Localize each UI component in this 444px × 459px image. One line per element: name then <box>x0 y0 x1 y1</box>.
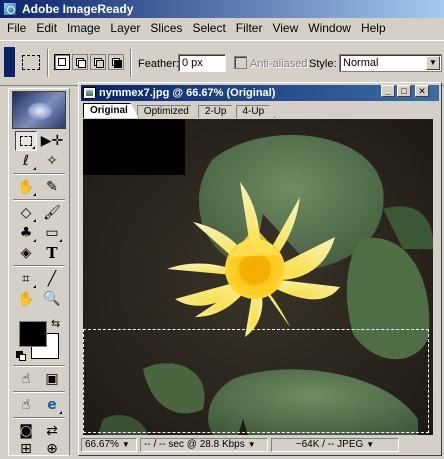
browser-icon[interactable]: e <box>41 395 63 415</box>
image-map-icon[interactable]: ☝ <box>15 369 37 389</box>
chevron-down-icon: ▼ <box>366 440 375 449</box>
feather-input[interactable]: 0 px <box>178 54 226 72</box>
file-size-field[interactable]: ~64K / -- JPEG ▼ <box>271 438 399 452</box>
maximize-button[interactable]: □ <box>397 85 411 97</box>
menu-slices[interactable]: Slices <box>145 18 187 38</box>
slice-select-icon[interactable]: ▣ <box>41 369 63 389</box>
divider <box>130 49 132 77</box>
zoom-icon[interactable]: 🔍 <box>41 289 63 309</box>
rectangle-icon[interactable]: ▭ <box>41 223 63 243</box>
menu-layer[interactable]: Layer <box>105 18 145 38</box>
toolbox-logo <box>12 91 66 129</box>
foreground-color-swatch[interactable] <box>19 321 47 347</box>
feather-label: Feather: <box>138 58 179 70</box>
new-selection-button[interactable] <box>54 54 70 70</box>
swap-colors-icon[interactable]: ⇆ <box>51 317 60 330</box>
image-file-icon <box>83 87 96 99</box>
menu-help[interactable]: Help <box>356 18 391 38</box>
magic-wand-icon[interactable]: ✧ <box>41 151 63 171</box>
divider <box>13 265 65 267</box>
options-grip[interactable] <box>4 47 15 77</box>
tab-original[interactable]: Original <box>83 103 139 118</box>
chevron-down-icon[interactable]: ▼ <box>426 56 440 70</box>
divider <box>13 417 65 419</box>
lasso-icon[interactable]: ℓ <box>15 151 37 171</box>
options-bar: Feather: 0 px Anti-aliased Style: Normal… <box>0 40 444 86</box>
menu-window[interactable]: Window <box>303 18 356 38</box>
slice-icon[interactable]: ⌗ <box>15 269 37 289</box>
jump-to-icon[interactable]: ⇄ <box>41 421 63 441</box>
intersect-selection-button[interactable] <box>108 54 124 70</box>
tab-4-up[interactable]: 4-Up <box>235 105 276 118</box>
add-selection-button[interactable] <box>72 54 88 70</box>
move-icon[interactable]: ▶✛ <box>41 131 64 151</box>
hand-icon[interactable]: ✋ <box>15 289 37 309</box>
download-time-value: -- / -- sec @ 28.8 Kbps <box>144 439 245 450</box>
divider <box>13 199 65 201</box>
paint-bucket-icon[interactable]: ◈ <box>15 243 37 263</box>
eyedropper-icon[interactable]: ✎ <box>41 177 63 197</box>
photoshop-jump-icon[interactable]: ⊕ <box>41 439 63 459</box>
crop-icon[interactable]: ✋ <box>15 177 37 197</box>
app-title: Adobe ImageReady <box>22 2 134 16</box>
menu-view[interactable]: View <box>267 18 303 38</box>
brush-icon[interactable]: 🖌 <box>41 203 63 223</box>
style-value: Normal <box>343 57 379 69</box>
chevron-down-icon: ▼ <box>247 440 256 449</box>
image-canvas[interactable] <box>83 119 433 435</box>
imageready-icon <box>3 2 17 16</box>
tab-2-up[interactable]: 2-Up <box>197 105 238 118</box>
document-title: nymmex7.jpg @ 66.67% (Original) <box>99 87 276 99</box>
menu-file[interactable]: File <box>2 18 31 38</box>
toggle-slices-icon[interactable]: ⊞ <box>15 439 37 459</box>
style-label: Style: <box>309 58 337 70</box>
marquee-icon[interactable] <box>15 131 37 151</box>
divider <box>13 173 65 175</box>
pencil-icon[interactable]: ╱ <box>41 269 63 289</box>
toolbox: ▶✛ ℓ ✧ ✋ ✎ ◇ 🖌 ♣ ▭ ◈ T ⌗ ╱ ✋ 🔍 ⇆ ☝ ▣ ☝ e… <box>8 88 70 459</box>
standard-mode-icon[interactable]: ◙ <box>15 421 37 441</box>
stamp-icon[interactable]: ♣ <box>15 223 37 243</box>
black-rectangle <box>83 119 185 175</box>
divider <box>13 365 65 367</box>
close-button[interactable]: ✕ <box>415 85 429 97</box>
rect-marquee-icon <box>22 55 40 70</box>
app-titlebar: Adobe ImageReady <box>0 0 444 18</box>
zoom-value: 66.67% <box>85 439 119 450</box>
minimize-button[interactable]: _ <box>381 85 395 97</box>
document-window: nymmex7.jpg @ 66.67% (Original) _ □ ✕ Or… <box>78 82 442 456</box>
zoom-field[interactable]: 66.67% ▼ <box>81 438 137 452</box>
document-statusbar: 66.67% ▼ -- / -- sec @ 28.8 Kbps ▼ ~64K … <box>81 437 439 453</box>
preview-icon[interactable]: ☝ <box>15 395 37 415</box>
subtract-selection-button[interactable] <box>90 54 106 70</box>
menu-select[interactable]: Select <box>187 18 230 38</box>
divider <box>47 49 49 77</box>
download-time-field[interactable]: -- / -- sec @ 28.8 Kbps ▼ <box>140 438 268 452</box>
text-icon[interactable]: T <box>41 243 63 263</box>
marquee-selection[interactable] <box>83 329 429 433</box>
menu-image[interactable]: Image <box>62 18 105 38</box>
divider <box>13 391 65 393</box>
eraser-icon[interactable]: ◇ <box>15 203 37 223</box>
view-tabs: Original Optimized 2-Up 4-Up <box>83 103 276 118</box>
style-select[interactable]: Normal ▼ <box>339 54 442 72</box>
anti-aliased-checkbox[interactable] <box>234 56 247 69</box>
menu-filter[interactable]: Filter <box>231 18 268 38</box>
tab-optimized[interactable]: Optimized <box>136 105 200 118</box>
anti-aliased-label: Anti-aliased <box>250 58 308 70</box>
menu-bar: File Edit Image Layer Slices Select Filt… <box>0 18 444 38</box>
chevron-down-icon: ▼ <box>121 440 130 449</box>
file-size-value: ~64K / -- JPEG <box>295 439 364 450</box>
default-colors-icon[interactable] <box>16 351 26 361</box>
menu-edit[interactable]: Edit <box>31 18 62 38</box>
